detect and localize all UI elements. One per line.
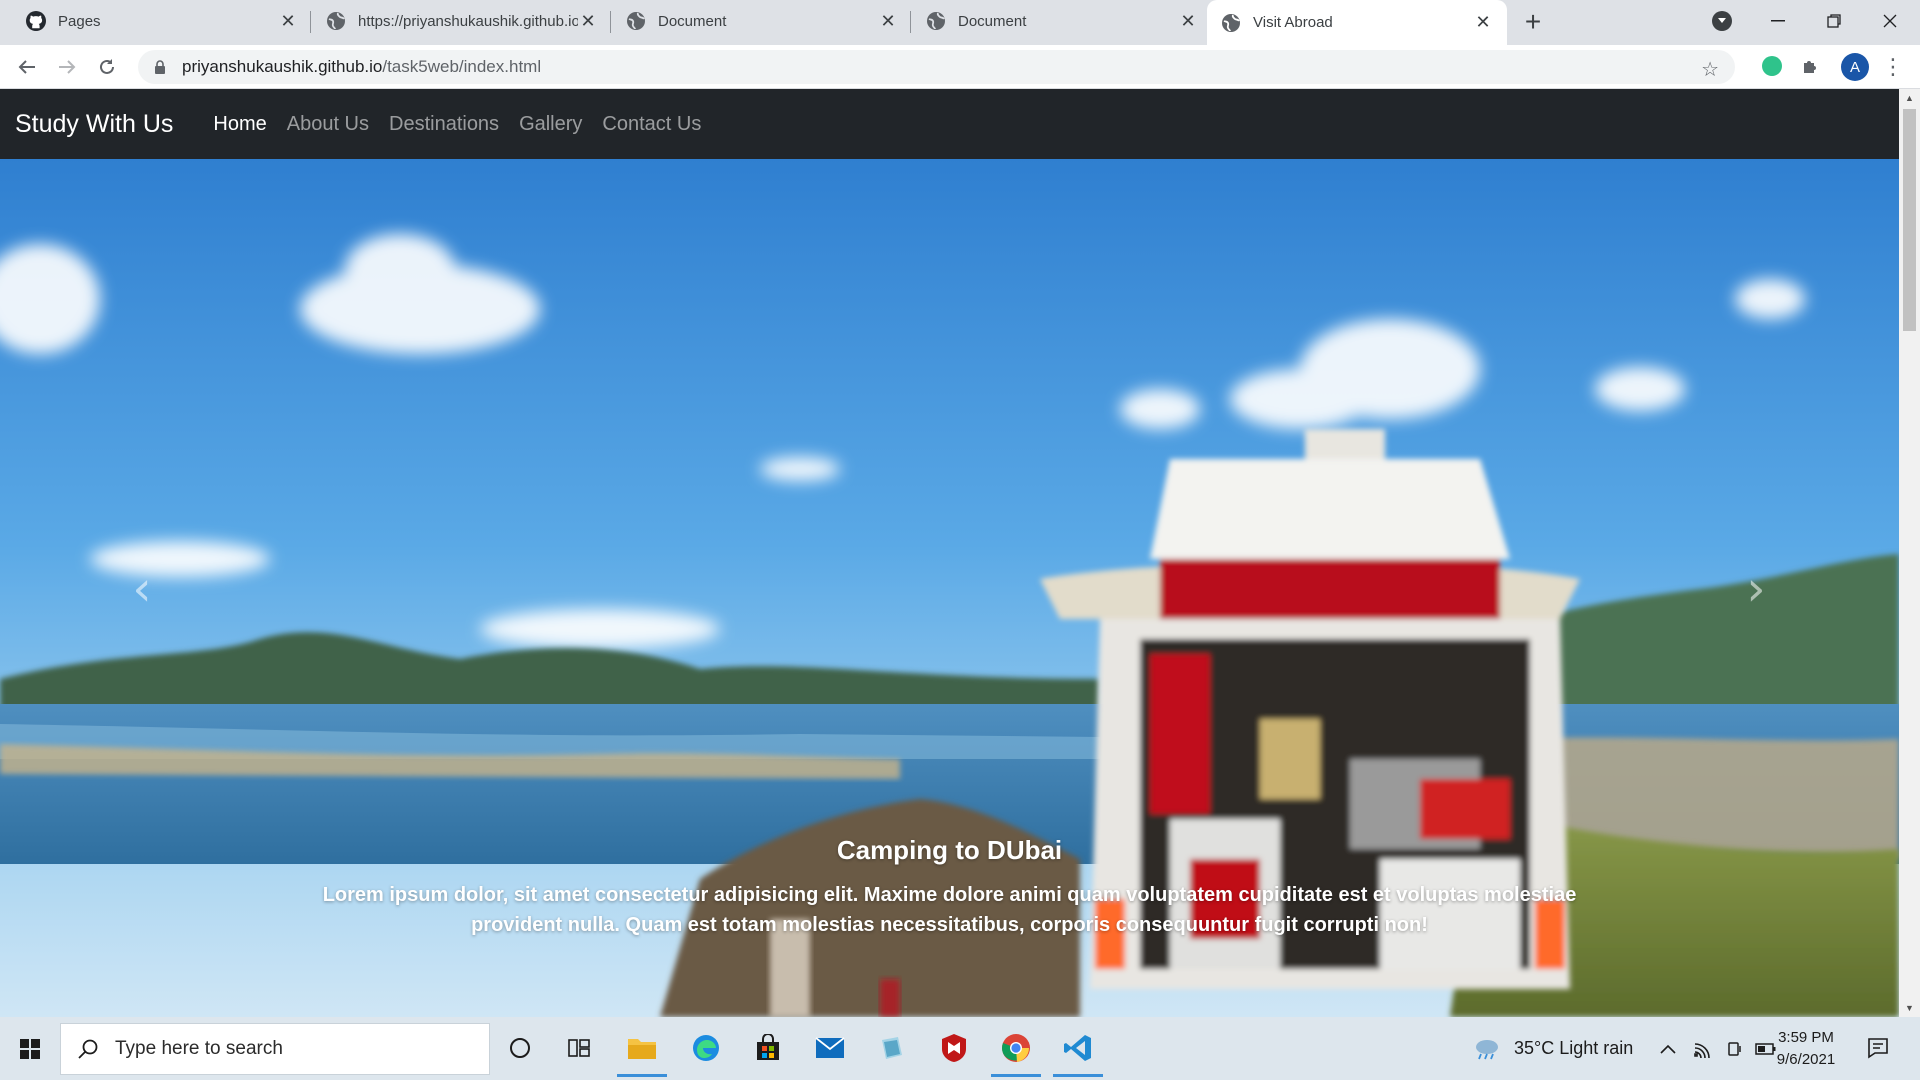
nav-home[interactable]: Home (203, 113, 276, 136)
lock-icon (155, 60, 165, 74)
system-tray: 35°C Light rain (1472, 1017, 1777, 1080)
mail-icon[interactable] (810, 1028, 850, 1068)
weather-rain-icon[interactable] (1472, 1036, 1502, 1062)
close-icon[interactable]: ✕ (278, 11, 298, 31)
chrome-icon[interactable] (991, 1028, 1041, 1077)
globe-icon (1221, 13, 1241, 33)
weather-text[interactable]: 35°C Light rain (1514, 1038, 1633, 1059)
clock-time: 3:59 PM (1778, 1029, 1834, 1046)
close-icon[interactable]: ✕ (878, 11, 898, 31)
browser-toolbar: priyanshukaushik.github.io/task5web/inde… (0, 45, 1920, 89)
tab-document-2[interactable]: Document ✕ (912, 0, 1212, 42)
back-button[interactable] (12, 52, 42, 82)
running-indicator (617, 1074, 667, 1077)
search-placeholder: Type here to search (115, 1038, 283, 1059)
network-icon[interactable] (1693, 1040, 1713, 1058)
windows-start-icon[interactable] (10, 1034, 50, 1064)
minimize-button[interactable] (1750, 0, 1806, 42)
reload-icon (100, 59, 114, 74)
edge-icon[interactable] (686, 1028, 726, 1068)
running-indicator (1053, 1074, 1103, 1077)
forward-button[interactable] (52, 52, 82, 82)
url-path: /task5web/index.html (382, 57, 542, 76)
tab-title: Document (658, 12, 727, 30)
tab-title: Pages (58, 12, 101, 30)
tab-divider (310, 11, 311, 33)
hero-carousel: ‹ › Camping to DUbai Lorem ipsum dolor, … (0, 159, 1899, 1017)
clock-date: 9/6/2021 (1776, 1051, 1836, 1068)
arrow-left-icon (18, 60, 35, 74)
nav-about-us[interactable]: About Us (277, 113, 379, 136)
restore-icon (1827, 14, 1841, 28)
address-bar[interactable]: priyanshukaushik.github.io/task5web/inde… (138, 50, 1735, 84)
arrow-right-icon (59, 60, 76, 74)
page-viewport: Study With Us Home About Us Destinations… (0, 89, 1920, 1017)
tab-pages[interactable]: Pages ✕ (12, 0, 312, 42)
site-brand[interactable]: Study With Us (15, 110, 173, 139)
tab-title: https://priyanshukaushik.github.io (358, 12, 578, 30)
task-view-icon[interactable] (560, 1028, 600, 1068)
extension-icon[interactable] (1762, 56, 1782, 76)
speaker-icon[interactable] (1725, 1040, 1745, 1058)
tab-search-button[interactable] (1712, 11, 1732, 31)
scroll-up-arrow-icon[interactable]: ▲ (1904, 93, 1915, 103)
tab-document-1[interactable]: Document ✕ (612, 0, 912, 42)
restore-button[interactable] (1806, 0, 1862, 42)
tab-title: Document (958, 12, 1027, 30)
reload-button[interactable] (92, 52, 122, 82)
cortana-icon[interactable] (500, 1028, 540, 1068)
github-icon (26, 11, 46, 31)
tab-title: Visit Abroad (1253, 14, 1333, 31)
tab-divider (910, 11, 911, 33)
scroll-down-arrow-icon[interactable]: ▼ (1904, 1003, 1915, 1013)
close-icon[interactable]: ✕ (578, 11, 598, 31)
nav-gallery[interactable]: Gallery (509, 113, 592, 136)
tab-visit-abroad[interactable]: Visit Abroad ✕ (1207, 0, 1507, 45)
site-navbar: Study With Us Home About Us Destinations… (0, 89, 1899, 159)
carousel-prev-button[interactable]: ‹ (122, 559, 162, 619)
carousel-next-button[interactable]: › (1736, 559, 1776, 619)
windows-taskbar: Type here to search 35°C Light rain 3:59… (0, 1017, 1920, 1080)
bookmark-star-icon[interactable]: ☆ (1701, 57, 1719, 82)
caption-text: Lorem ipsum dolor, sit amet consectetur … (322, 884, 1577, 936)
close-icon[interactable]: ✕ (1473, 12, 1493, 33)
carousel-caption: Camping to DUbai Lorem ipsum dolor, sit … (300, 835, 1599, 940)
page-scrollbar[interactable]: ▲ ▼ (1899, 89, 1920, 1017)
nav-contact-us[interactable]: Contact Us (592, 113, 711, 136)
chevron-down-icon (1718, 18, 1726, 23)
tab-github-url[interactable]: https://priyanshukaushik.github.io ✕ (312, 0, 612, 42)
taskbar-search-box[interactable]: Type here to search (60, 1023, 490, 1075)
caption-title: Camping to DUbai (836, 835, 1063, 865)
globe-icon (926, 11, 946, 31)
notification-center-icon[interactable] (1866, 1036, 1890, 1060)
profile-avatar[interactable]: A (1841, 53, 1869, 81)
file-explorer-icon[interactable] (617, 1028, 667, 1077)
vscode-icon[interactable] (1053, 1028, 1103, 1077)
new-tab-button[interactable]: + (1519, 8, 1547, 36)
mcafee-icon[interactable] (934, 1028, 974, 1068)
scroll-thumb[interactable] (1903, 109, 1916, 331)
browser-menu-icon[interactable]: ⋮ (1882, 53, 1904, 81)
microsoft-store-icon[interactable] (748, 1028, 788, 1068)
chevron-up-icon[interactable] (1659, 1043, 1677, 1055)
running-indicator (991, 1074, 1041, 1077)
nav-destinations[interactable]: Destinations (379, 113, 509, 136)
notes-app-icon[interactable] (872, 1028, 912, 1068)
url-host: priyanshukaushik.github.io (182, 57, 383, 76)
tab-divider (610, 11, 611, 33)
taskbar-clock[interactable]: 3:59 PM 9/6/2021 (1770, 1027, 1842, 1071)
search-icon (78, 1039, 98, 1059)
address-url: priyanshukaushik.github.io/task5web/inde… (182, 57, 541, 77)
window-close-button[interactable] (1862, 0, 1918, 42)
close-icon[interactable]: ✕ (1178, 11, 1198, 31)
extensions-puzzle-icon[interactable] (1800, 55, 1822, 77)
browser-tab-strip: Pages ✕ https://priyanshukaushik.github.… (0, 0, 1920, 45)
globe-icon (626, 11, 646, 31)
close-icon (1883, 14, 1897, 28)
minimize-icon (1771, 20, 1785, 22)
globe-icon (326, 11, 346, 31)
